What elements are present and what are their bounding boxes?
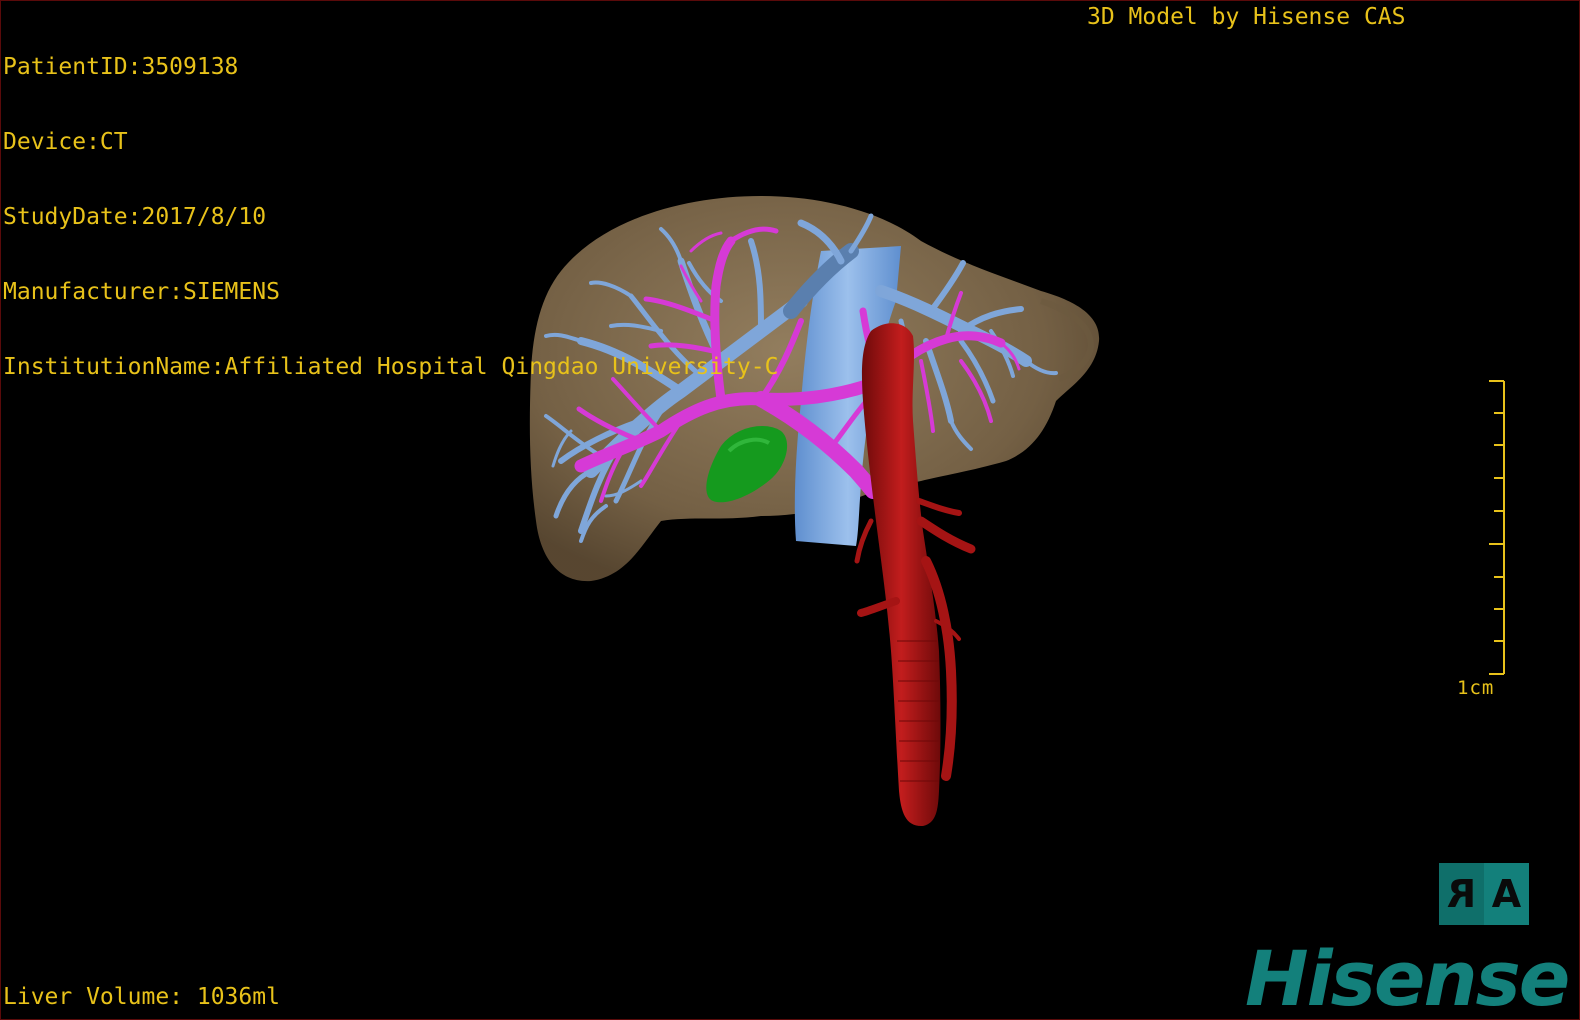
orientation-right-face[interactable]: R <box>1439 863 1484 925</box>
model-credit-text: 3D Model by Hisense CAS <box>1087 4 1406 30</box>
patient-id-text: PatientID:3509138 <box>3 54 239 80</box>
manufacturer-text: Manufacturer:SIEMENS <box>3 279 280 305</box>
scale-bar <box>1489 380 1505 675</box>
scale-bar-label: 1cm <box>1457 677 1495 699</box>
institution-text: InstitutionName:Affiliated Hospital Qing… <box>3 354 779 380</box>
hisense-logo: Hisense <box>1245 934 1570 1020</box>
study-date-text: StudyDate:2017/8/10 <box>3 204 267 230</box>
orientation-anterior-face[interactable]: A <box>1484 863 1529 925</box>
dicom-info-overlay: PatientID:3509138 Device:CT StudyDate:20… <box>3 5 778 430</box>
3d-viewport[interactable]: PatientID:3509138 Device:CT StudyDate:20… <box>0 0 1580 1020</box>
device-text: Device:CT <box>3 129 128 155</box>
orientation-cube-icon[interactable]: R A <box>1439 863 1529 925</box>
liver-volume-text: Liver Volume: 1036ml <box>3 984 280 1010</box>
